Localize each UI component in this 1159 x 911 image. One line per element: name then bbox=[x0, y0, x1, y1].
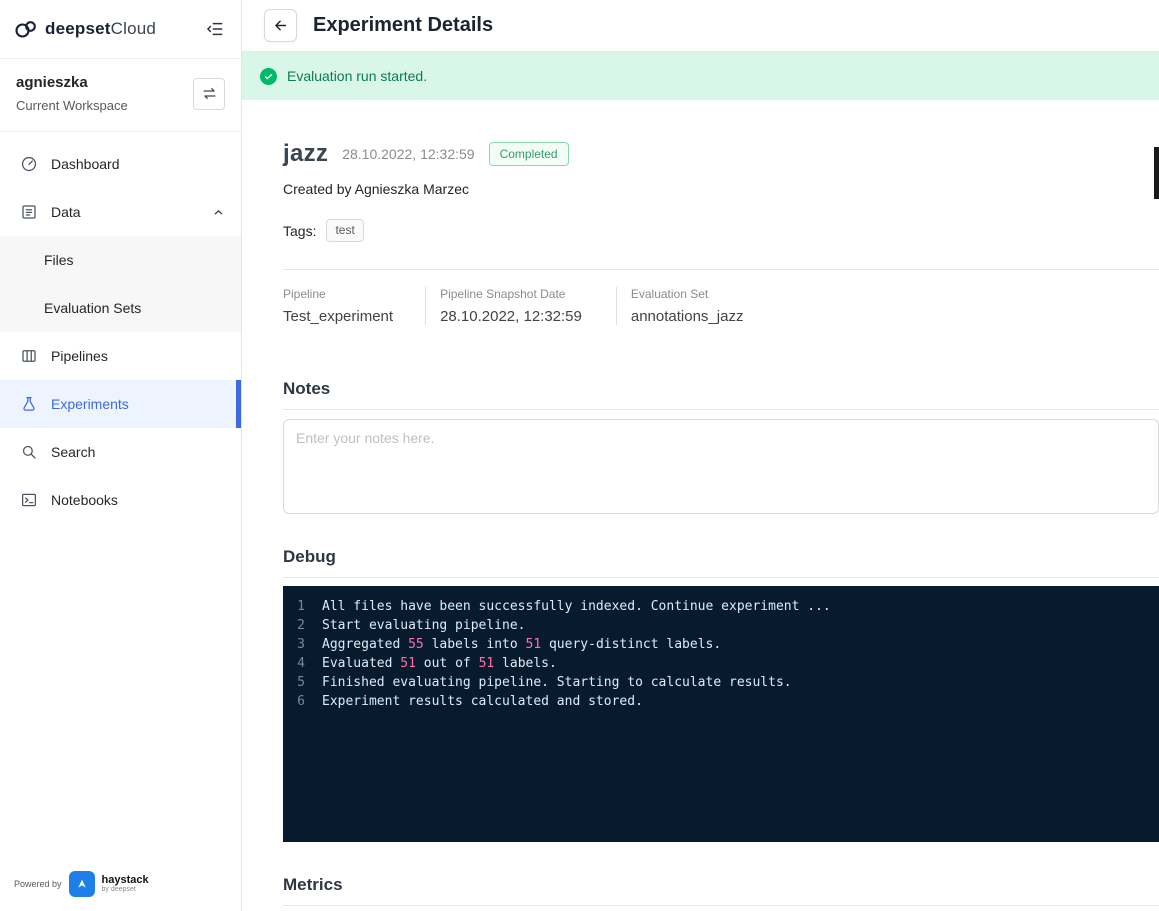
code-line: 3 Aggregated 55 labels into 51 query-dist… bbox=[283, 635, 1159, 654]
scrollbar-thumb[interactable] bbox=[1154, 147, 1159, 199]
dashboard-icon bbox=[20, 155, 38, 173]
info-pipeline: Pipeline Test_experiment bbox=[283, 287, 425, 325]
line-text: All files have been successfully indexed… bbox=[322, 599, 831, 615]
arrow-left-icon bbox=[272, 17, 289, 34]
tags-row: Tags: test bbox=[283, 219, 1159, 243]
haystack-sub: by deepset bbox=[101, 886, 136, 894]
search-icon bbox=[20, 443, 38, 461]
info-pipeline-snapshot-date: Pipeline Snapshot Date 28.10.2022, 12:32… bbox=[425, 287, 616, 326]
info-label: Pipeline bbox=[283, 287, 326, 302]
tag-chip: test bbox=[326, 219, 364, 243]
code-line: 4 Evaluated 51 out of 51 labels. bbox=[283, 654, 1159, 673]
workspace-label: Current Workspace bbox=[16, 98, 128, 113]
sidebar-item-label: Files bbox=[44, 252, 74, 268]
line-number: 4 bbox=[297, 656, 305, 672]
experiment-details-content: jazz 28.10.2022, 12:32:59 Completed Crea… bbox=[242, 100, 1159, 911]
pipelines-icon bbox=[20, 347, 38, 365]
sidebar-item-pipelines[interactable]: Pipelines bbox=[0, 332, 241, 380]
app-root: deepsetCloud agnieszka Current Workspace bbox=[0, 0, 1159, 911]
experiment-timestamp: 28.10.2022, 12:32:59 bbox=[342, 146, 475, 162]
notes-input[interactable] bbox=[283, 419, 1159, 515]
line-number: 2 bbox=[297, 618, 305, 634]
brand-bold: deepset bbox=[45, 19, 111, 38]
sidebar-item-label: Dashboard bbox=[51, 156, 120, 172]
haystack-brand: haystack bbox=[101, 874, 149, 887]
line-number: 3 bbox=[297, 637, 305, 653]
experiment-name: jazz bbox=[283, 140, 329, 167]
sidebar-item-label: Data bbox=[51, 204, 81, 220]
workspace-name: agnieszka bbox=[16, 74, 88, 91]
sidebar-item-label: Experiments bbox=[51, 396, 129, 412]
code-line: 1 All files have been successfully indexe… bbox=[283, 597, 1159, 616]
debug-heading: Debug bbox=[283, 547, 1159, 579]
sidebar-nav: Dashboard Data Files Evaluation Sets Pip… bbox=[0, 132, 241, 861]
line-number: 5 bbox=[297, 675, 305, 691]
brand-light: Cloud bbox=[110, 19, 157, 38]
line-text: Experiment results calculated and stored… bbox=[322, 694, 643, 710]
line-number: 6 bbox=[297, 694, 305, 710]
line-text: Start evaluating pipeline. bbox=[322, 618, 526, 634]
experiment-title-row: jazz 28.10.2022, 12:32:59 Completed bbox=[283, 140, 1159, 168]
sidebar-footer: Powered by haystack by deepset bbox=[0, 861, 241, 911]
page-title: Experiment Details bbox=[313, 14, 494, 36]
line-text: Aggregated 55 labels into 51 query-disti… bbox=[322, 637, 722, 653]
metrics-heading: Metrics bbox=[283, 875, 1159, 907]
line-text: Evaluated 51 out of 51 labels. bbox=[322, 656, 557, 672]
haystack-logo-icon bbox=[68, 871, 95, 897]
status-badge: Completed bbox=[488, 142, 569, 166]
experiments-flask-icon bbox=[20, 395, 38, 413]
sidebar-item-experiments[interactable]: Experiments bbox=[0, 380, 241, 428]
sidebar-item-label: Evaluation Sets bbox=[44, 300, 142, 316]
line-number: 1 bbox=[297, 599, 305, 615]
info-label: Pipeline Snapshot Date bbox=[440, 287, 566, 302]
sidebar-item-label: Pipelines bbox=[51, 348, 108, 364]
code-line: 5 Finished evaluating pipeline. Starting … bbox=[283, 673, 1159, 692]
code-line: 6 Experiment results calculated and store… bbox=[283, 692, 1159, 711]
info-value: Test_experiment bbox=[283, 308, 394, 326]
created-by: Created by Agnieszka Marzec bbox=[283, 181, 469, 197]
powered-by-label: Powered by bbox=[14, 879, 62, 889]
sidebar-item-label: Notebooks bbox=[51, 492, 118, 508]
back-button[interactable] bbox=[264, 9, 297, 42]
info-label: Evaluation Set bbox=[630, 287, 709, 302]
main-area: Experiment Details Evaluation run starte… bbox=[242, 0, 1159, 911]
debug-console: 1 All files have been successfully indexe… bbox=[283, 586, 1159, 843]
workspace-block: agnieszka Current Workspace bbox=[0, 59, 241, 132]
line-text: Finished evaluating pipeline. Starting t… bbox=[322, 675, 792, 691]
sidebar-item-data[interactable]: Data bbox=[0, 188, 241, 236]
brand-text: deepsetCloud bbox=[45, 19, 156, 39]
sidebar-item-dashboard[interactable]: Dashboard bbox=[0, 140, 241, 188]
code-line: 2 Start evaluating pipeline. bbox=[283, 616, 1159, 635]
info-value: annotations_jazz bbox=[630, 308, 744, 326]
info-evaluation-set: Evaluation Set annotations_jazz bbox=[615, 287, 758, 326]
data-icon bbox=[20, 203, 38, 221]
experiment-info-row: Pipeline Test_experiment Pipeline Snapsh… bbox=[283, 270, 1159, 349]
switch-workspace-button[interactable] bbox=[193, 77, 225, 110]
check-circle-icon bbox=[260, 67, 277, 85]
menu-fold-icon[interactable] bbox=[205, 19, 225, 39]
swap-icon bbox=[201, 85, 218, 102]
notes-section: Notes bbox=[283, 379, 1159, 515]
sidebar: deepsetCloud agnieszka Current Workspace bbox=[0, 0, 242, 911]
notes-heading: Notes bbox=[283, 379, 1159, 411]
sidebar-item-search[interactable]: Search bbox=[0, 428, 241, 476]
sidebar-item-label: Search bbox=[51, 444, 96, 460]
metrics-section: Metrics bbox=[283, 875, 1159, 907]
debug-section: Debug 1 All files have been successfully … bbox=[283, 547, 1159, 843]
deepset-cloud-logo[interactable]: deepsetCloud bbox=[13, 18, 156, 40]
success-banner: Evaluation run started. bbox=[242, 52, 1159, 100]
sidebar-item-files[interactable]: Files bbox=[0, 236, 241, 284]
banner-text: Evaluation run started. bbox=[287, 68, 428, 84]
page-header: Experiment Details bbox=[242, 0, 1159, 52]
sidebar-logo-row: deepsetCloud bbox=[0, 0, 241, 59]
chevron-up-icon bbox=[212, 206, 225, 219]
deepset-cloud-logo-icon bbox=[13, 18, 39, 40]
tags-label: Tags: bbox=[283, 222, 317, 239]
sidebar-item-evaluation-sets[interactable]: Evaluation Sets bbox=[0, 284, 241, 332]
haystack-wordmark: haystack by deepset bbox=[102, 874, 149, 894]
notebooks-icon bbox=[20, 491, 38, 509]
info-value: 28.10.2022, 12:32:59 bbox=[440, 308, 582, 326]
sidebar-item-notebooks[interactable]: Notebooks bbox=[0, 476, 241, 524]
workspace-info: agnieszka Current Workspace bbox=[16, 74, 128, 113]
